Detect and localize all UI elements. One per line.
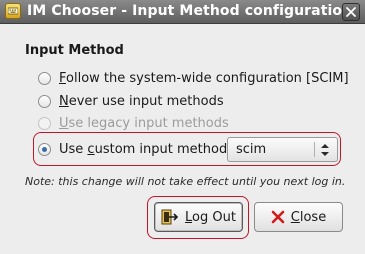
keyboard-icon xyxy=(5,3,21,19)
close-icon xyxy=(346,7,356,17)
option-label: Use custom input method xyxy=(59,141,228,157)
combo-value: scim xyxy=(236,142,267,157)
input-method-combo[interactable]: scim xyxy=(227,137,338,162)
section-title: Input Method xyxy=(25,43,124,58)
window-close-button[interactable] xyxy=(342,3,360,21)
combo-separator xyxy=(314,142,315,157)
close-button[interactable]: Close xyxy=(254,202,343,232)
title-bar[interactable]: IM Chooser - Input Method configuration xyxy=(0,0,365,24)
option-follow-system[interactable]: Follow the system-wide configuration [SC… xyxy=(38,69,349,87)
radio-follow-system[interactable] xyxy=(38,71,51,85)
close-label: Close xyxy=(290,209,327,225)
window-title: IM Chooser - Input Method configuration xyxy=(27,3,353,19)
updown-arrows-icon xyxy=(320,143,330,161)
logout-icon xyxy=(161,209,179,225)
radio-never-use[interactable] xyxy=(38,94,51,108)
radio-legacy xyxy=(38,116,51,130)
option-label: Never use input methods xyxy=(59,93,224,109)
option-label: Follow the system-wide configuration [SC… xyxy=(59,70,349,86)
option-legacy: Use legacy input methods xyxy=(38,114,229,132)
close-x-icon xyxy=(271,210,285,224)
logout-button[interactable]: Log Out xyxy=(154,202,243,232)
option-custom[interactable]: Use custom input method xyxy=(38,140,227,158)
radio-custom[interactable] xyxy=(38,142,51,156)
option-never-use[interactable]: Never use input methods xyxy=(38,92,224,110)
option-label: Use legacy input methods xyxy=(59,115,229,131)
logout-label: Log Out xyxy=(185,209,236,225)
note-text: Note: this change will not take effect u… xyxy=(25,175,346,188)
